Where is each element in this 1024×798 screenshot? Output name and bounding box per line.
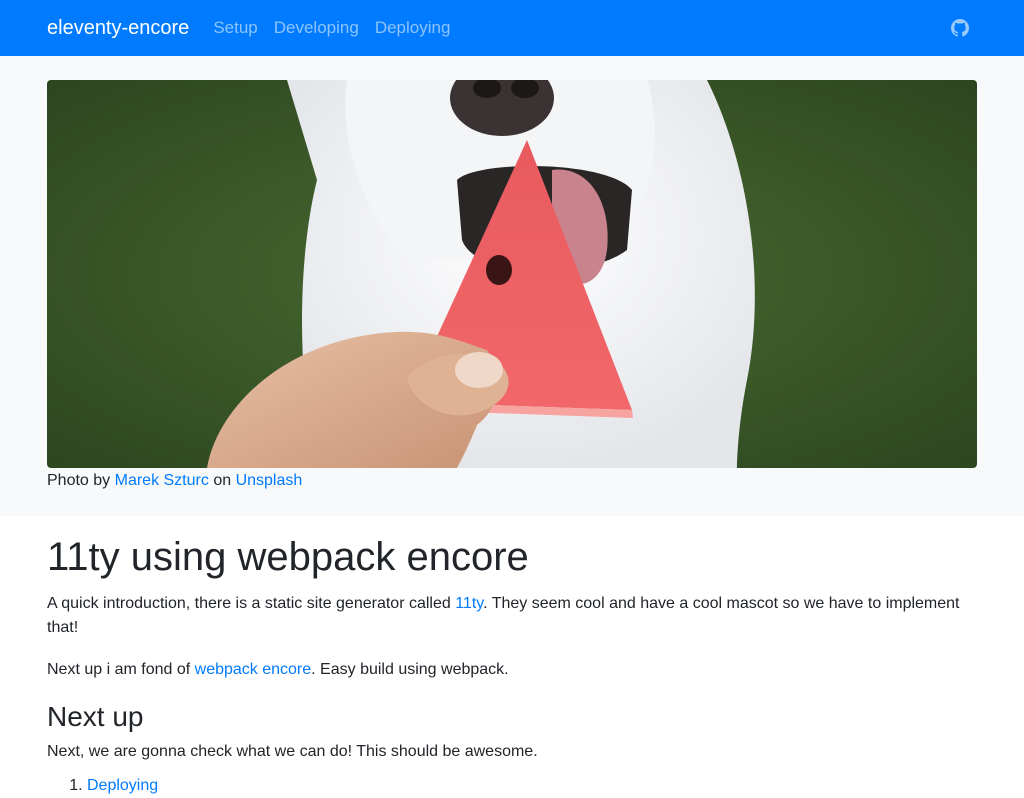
webpack-paragraph: Next up i am fond of webpack encore. Eas… xyxy=(47,658,977,682)
brand-link[interactable]: eleventy-encore xyxy=(47,17,189,40)
dog-watermelon-photo xyxy=(47,80,977,468)
section-heading: Next up xyxy=(47,701,144,732)
github-icon[interactable] xyxy=(951,19,969,37)
photo-caption: Photo by Marek Szturc on Unsplash xyxy=(47,472,977,490)
unsplash-link[interactable]: Unsplash xyxy=(236,472,303,489)
hero-section: Photo by Marek Szturc on Unsplash xyxy=(0,56,1024,516)
webpack-encore-link[interactable]: webpack encore xyxy=(195,661,312,678)
next-steps-list: Deploying xyxy=(47,774,977,798)
webpack-text-after: . Easy build using webpack. xyxy=(311,661,509,678)
11ty-link[interactable]: 11ty xyxy=(455,595,483,612)
intro-text-before: A quick introduction, there is a static … xyxy=(47,595,456,612)
webpack-text-before: Next up i am fond of xyxy=(47,661,195,678)
hero-photo xyxy=(47,80,977,468)
caption-prefix: Photo by xyxy=(47,472,111,489)
nav-link-deploying[interactable]: Deploying xyxy=(375,18,451,38)
deploying-link[interactable]: Deploying xyxy=(87,777,158,794)
intro-paragraph: A quick introduction, there is a static … xyxy=(47,592,977,640)
top-navbar: eleventy-encore Setup Developing Deployi… xyxy=(0,0,1024,56)
list-item: Deploying xyxy=(87,774,977,798)
caption-on: on xyxy=(213,472,232,489)
main-content: 11ty using webpack encore A quick introd… xyxy=(0,516,1024,798)
nav-link-setup[interactable]: Setup xyxy=(213,18,257,38)
page-title: 11ty using webpack encore xyxy=(47,535,529,579)
next-paragraph: Next, we are gonna check what we can do!… xyxy=(47,742,538,760)
photo-author-link[interactable]: Marek Szturc xyxy=(115,472,209,489)
nav-link-developing[interactable]: Developing xyxy=(274,18,359,38)
